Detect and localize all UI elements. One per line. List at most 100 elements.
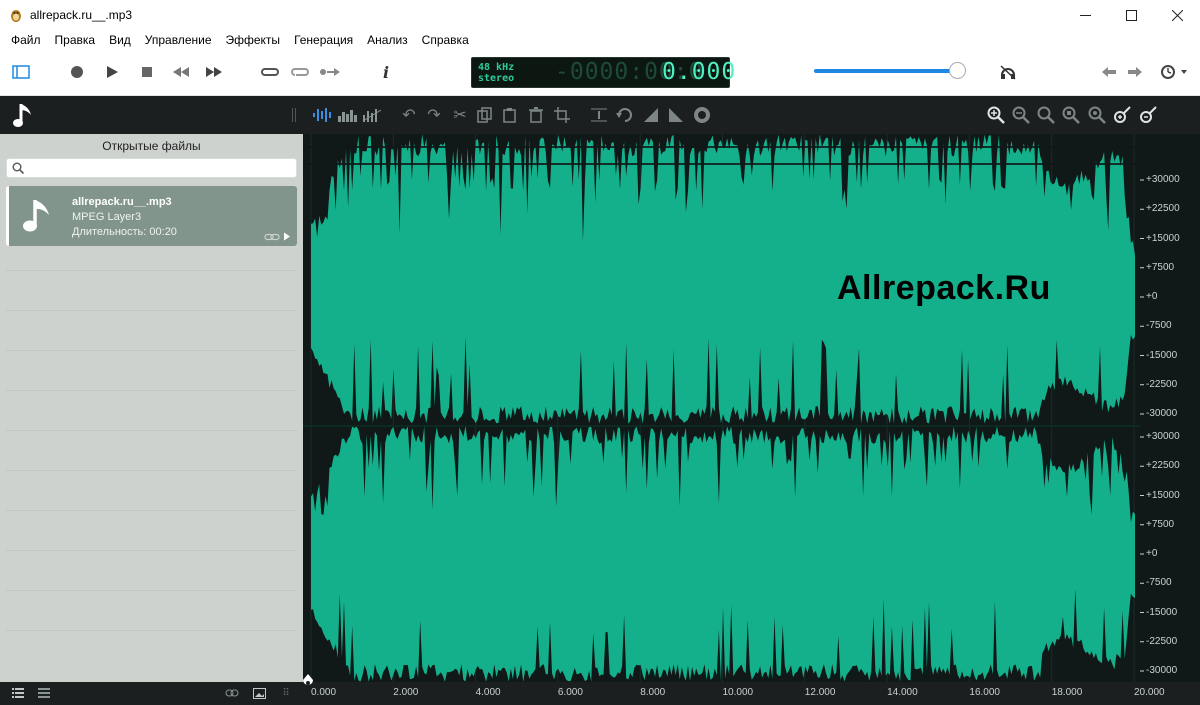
fade-in-icon [644,108,658,122]
amplitude-label: -15000 [1146,349,1178,361]
timeline-bar: ⠿ 0.000 2.000 4.000 6.000 8.000 10.000 12.000 1… [0,674,1200,705]
list-divider [6,310,297,311]
zoom-in-icon [987,106,1005,124]
panel-toggle-button[interactable] [8,60,34,84]
maximize-button[interactable] [1108,0,1154,30]
menu-effects[interactable]: Эффекты [219,30,288,50]
timeline-label: 16.000 [969,687,1000,698]
list-divider [6,590,297,591]
menu-generate[interactable]: Генерация [287,30,360,50]
crop-button[interactable] [551,104,573,126]
fade-in-button[interactable] [640,104,662,126]
reverse-button[interactable] [614,104,636,126]
normalize-button[interactable] [588,104,610,126]
list-divider [6,630,297,631]
zoom-all-button[interactable] [1086,104,1108,126]
fast-forward-icon [206,67,222,77]
rewind-button[interactable] [168,60,194,84]
cut-button[interactable]: ✂ [449,104,471,126]
menu-edit[interactable]: Правка [48,30,103,50]
timeline-label: 0.000 [311,687,337,698]
waveform-view-icon [313,108,331,122]
history-forward-button[interactable] [1122,60,1148,84]
spectrogram-view-button[interactable] [361,104,383,126]
grip-icon: ⠿ [282,687,290,699]
menu-help[interactable]: Справка [415,30,476,50]
headphones-mute-button[interactable] [995,60,1021,84]
delete-button[interactable] [525,104,547,126]
list-divider [6,470,297,471]
list-divider [6,550,297,551]
splitter-grip[interactable] [292,108,296,122]
scroll-grip[interactable]: ⠿ [279,687,293,699]
copy-button[interactable] [474,104,496,126]
arrow-left-icon [1102,67,1116,77]
menu-control[interactable]: Управление [138,30,219,50]
fade-out-button[interactable] [665,104,687,126]
redo-button[interactable]: ↷ [423,104,445,126]
amplitude-label: +7500 [1146,261,1175,273]
volume-slider-handle[interactable] [949,62,966,79]
vertical-zoom-out-button[interactable] [1137,104,1159,126]
zoom-in-button[interactable] [985,104,1007,126]
zoom-selection-button[interactable] [1035,104,1057,126]
crop-icon [554,107,570,123]
file-search-input[interactable] [6,158,297,178]
minimize-icon [1079,14,1091,16]
info-button[interactable]: i [373,60,399,84]
silence-button[interactable] [691,104,713,126]
waveform-view-button[interactable] [311,104,333,126]
skip-silence-button[interactable] [317,60,343,84]
cut-icon: ✂ [453,107,467,124]
music-note-icon [23,200,49,232]
close-button[interactable] [1154,0,1200,30]
zoom-fit-button[interactable] [1060,104,1082,126]
amplitude-label: +15000 [1146,232,1180,244]
history-menu-button[interactable] [1158,60,1192,84]
paste-button[interactable] [499,104,521,126]
open-file-item[interactable]: allrepack.ru__.mp3 MPEG Layer3 Длительно… [6,186,297,246]
timeline-label: 6.000 [557,687,583,698]
timeline-label: 20.000 [1134,687,1165,698]
paste-icon [503,108,516,123]
spectrum-view-button[interactable] [336,104,358,126]
skip-silence-icon [320,68,340,76]
link-icon[interactable] [264,233,280,241]
waveform-canvas[interactable] [303,134,1200,682]
loop-button[interactable] [257,60,283,84]
zoom-out-button[interactable] [1010,104,1032,126]
image-button[interactable] [252,687,266,699]
play-file-icon[interactable] [283,232,291,241]
link-icon [225,689,239,697]
stop-button[interactable] [134,60,160,84]
amplitude-label: -22500 [1146,635,1178,647]
fast-forward-button[interactable] [201,60,227,84]
maximize-icon [1125,9,1137,21]
title-bar: allrepack.ru__.mp3 [0,0,1200,30]
volume-slider[interactable] [814,69,957,73]
minimize-button[interactable] [1062,0,1108,30]
loop-selection-button[interactable] [287,60,313,84]
file-name: allrepack.ru__.mp3 [72,196,172,208]
list-view-button[interactable] [11,687,25,699]
reverse-icon [616,108,632,122]
play-button[interactable] [99,60,125,84]
compact-list-button[interactable] [37,687,51,699]
waveform-editor[interactable]: Allrepack.Ru +30000 +22500 +15000 +7500 +0 -7… [303,134,1200,682]
menu-file[interactable]: Файл [4,30,48,50]
amplitude-label: +7500 [1146,518,1175,530]
menu-view[interactable]: Вид [102,30,138,50]
menu-analysis[interactable]: Анализ [360,30,415,50]
link-files-button[interactable] [225,687,239,699]
vertical-zoom-in-button[interactable] [1111,104,1133,126]
arrow-right-icon [1128,67,1142,77]
undo-button[interactable]: ↶ [398,104,420,126]
amplitude-label: -7500 [1146,577,1172,589]
history-back-button[interactable] [1096,60,1122,84]
normalize-icon [591,108,607,122]
record-button[interactable] [64,60,90,84]
redo-icon: ↷ [427,107,441,124]
list-view-icon [12,688,24,698]
image-icon [252,687,266,699]
stop-icon [142,67,152,77]
